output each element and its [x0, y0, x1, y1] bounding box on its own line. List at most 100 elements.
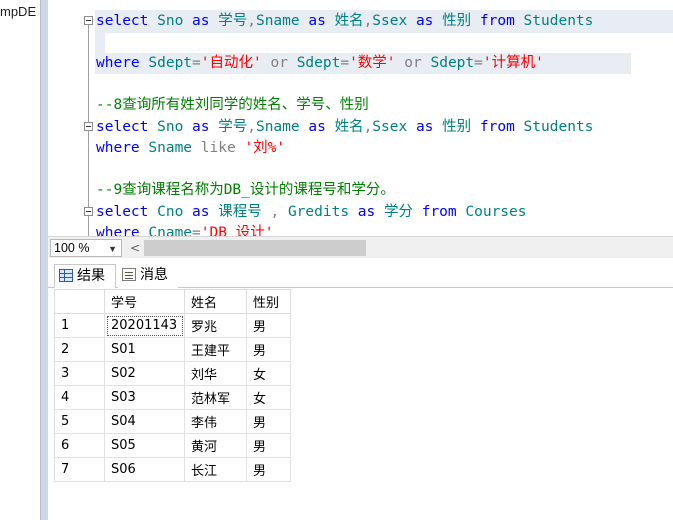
row-number[interactable]: 4	[54, 385, 105, 410]
grid-cell[interactable]: 李伟	[184, 409, 247, 434]
code-token: '自动化'	[200, 55, 271, 71]
code-token: Cname	[148, 225, 193, 236]
code-token: 学分	[383, 204, 422, 220]
grid-cell[interactable]: S05	[104, 433, 185, 458]
grid-cell[interactable]: 男	[246, 409, 291, 434]
database-label[interactable]: mpDE	[0, 4, 36, 19]
row-number[interactable]: 7	[54, 457, 105, 482]
grid-cell[interactable]: 罗兆	[184, 313, 247, 338]
column-header[interactable]: 姓名	[184, 289, 247, 314]
code-token: as	[415, 13, 443, 29]
table-row[interactable]: 7 S06 长江男	[54, 457, 291, 482]
selection-highlight	[95, 33, 105, 53]
table-row[interactable]: 1 20201143 罗兆男	[54, 313, 291, 338]
code-line[interactable]: where Cname='DB_设计'	[96, 223, 273, 236]
code-token: Courses	[465, 204, 527, 220]
code-line[interactable]: --9查询课程名称为DB_设计的课程号和学分。	[96, 180, 395, 200]
code-line[interactable]: select Cno as 课程号 , Gredits as 学分 from C…	[96, 202, 526, 222]
grid-header-row: 学号 姓名 性别	[54, 289, 291, 314]
code-token: '刘%'	[244, 140, 286, 156]
code-token: select	[96, 13, 158, 29]
object-explorer-pane: mpDE	[0, 0, 40, 520]
code-token: 课程号	[218, 204, 271, 220]
code-token: or	[270, 55, 297, 71]
query-editor[interactable]: select Sno as 学号,Sname as 姓名,Ssex as 性别 …	[48, 0, 673, 236]
table-row[interactable]: 6 S05 黄河男	[54, 433, 291, 458]
code-token: or	[404, 55, 431, 71]
code-token: as	[415, 119, 443, 135]
code-token: =	[474, 55, 483, 71]
messages-icon	[122, 268, 136, 281]
code-token: where	[96, 55, 149, 71]
row-number[interactable]: 2	[54, 337, 105, 362]
code-token: Ssex	[372, 119, 416, 135]
row-number[interactable]: 6	[54, 433, 105, 458]
code-token: 姓名	[334, 119, 364, 135]
code-token: Ssex	[372, 13, 416, 29]
table-row[interactable]: 3 S02 刘华女	[54, 361, 291, 386]
code-token: '数学'	[349, 55, 405, 71]
grid-cell[interactable]: 女	[246, 361, 291, 386]
table-row[interactable]: 4 S03 范林军女	[54, 385, 291, 410]
code-line[interactable]: where Sdept='自动化' or Sdept='数学' or Sdept…	[96, 53, 544, 73]
code-token: Sname	[255, 13, 309, 29]
collapse-icon[interactable]	[84, 122, 93, 131]
grid-cell[interactable]: S01	[104, 337, 185, 362]
code-token: Sname	[255, 119, 309, 135]
results-tab-strip: 结果 消息	[48, 258, 673, 288]
code-token: =	[192, 225, 201, 236]
grid-cell[interactable]: 王建平	[184, 337, 247, 362]
row-number[interactable]: 1	[54, 313, 105, 338]
code-token: 性别	[442, 119, 480, 135]
code-token: from	[479, 13, 524, 29]
grid-cell[interactable]: S02	[104, 361, 185, 386]
column-header[interactable]: 学号	[104, 289, 185, 314]
table-row[interactable]: 5 S04 李伟男	[54, 409, 291, 434]
code-token: 学号	[218, 13, 248, 29]
horizontal-scrollbar-thumb[interactable]	[144, 240, 366, 256]
grid-cell[interactable]: 男	[246, 337, 291, 362]
pane-splitter[interactable]	[40, 0, 48, 520]
code-token: Gredits	[287, 204, 358, 220]
row-number[interactable]: 3	[54, 361, 105, 386]
row-number[interactable]: 5	[54, 409, 105, 434]
code-token: where	[96, 140, 149, 156]
code-token: =	[192, 55, 201, 71]
grid-cell[interactable]: 刘华	[184, 361, 247, 386]
code-line[interactable]: where Sname like '刘%'	[96, 138, 285, 158]
zoom-select[interactable]: 100 % ▼	[50, 239, 122, 257]
column-header[interactable]: 性别	[246, 289, 291, 314]
code-line[interactable]: --8查询所有姓刘同学的姓名、学号、性别	[96, 95, 369, 115]
code-token: ,	[247, 119, 256, 135]
grid-cell[interactable]: 男	[246, 433, 291, 458]
grid-cell[interactable]: 长江	[184, 457, 247, 482]
tab-messages[interactable]: 消息	[118, 264, 178, 288]
code-token: select	[96, 119, 158, 135]
code-token: as	[308, 119, 335, 135]
code-token: Cno	[157, 204, 193, 220]
code-line[interactable]: select Sno as 学号,Sname as 姓名,Ssex as 性别 …	[96, 11, 593, 31]
code-token: Sname	[148, 140, 201, 156]
grid-cell[interactable]: S04	[104, 409, 185, 434]
scroll-left-icon[interactable]: <	[128, 240, 142, 256]
results-grid: 学号 姓名 性别 1 20201143 罗兆男 2 S01 王建平男 3 S02 刘华女 4 S03…	[54, 289, 291, 482]
grid-cell[interactable]: 女	[246, 385, 291, 410]
collapse-icon[interactable]	[84, 207, 93, 216]
grid-cell[interactable]: S03	[104, 385, 185, 410]
row-header-corner[interactable]	[54, 289, 105, 314]
grid-cell[interactable]: 范林军	[184, 385, 247, 410]
collapse-icon[interactable]	[84, 16, 93, 25]
code-token: 'DB_设计'	[200, 225, 274, 236]
grid-cell[interactable]: 男	[246, 457, 291, 482]
grid-cell[interactable]: 黄河	[184, 433, 247, 458]
code-line[interactable]: select Sno as 学号,Sname as 姓名,Ssex as 性别 …	[96, 117, 593, 137]
grid-cell[interactable]: 男	[246, 313, 291, 338]
grid-cell[interactable]: 20201143	[104, 313, 185, 338]
code-token: '计算机'	[482, 55, 544, 71]
code-token: Sdept	[430, 55, 475, 71]
table-row[interactable]: 2 S01 王建平男	[54, 337, 291, 362]
dropdown-arrow-icon[interactable]: ▼	[108, 241, 117, 257]
tab-results[interactable]: 结果	[54, 264, 116, 288]
code-token: as	[357, 204, 384, 220]
grid-cell[interactable]: S06	[104, 457, 185, 482]
